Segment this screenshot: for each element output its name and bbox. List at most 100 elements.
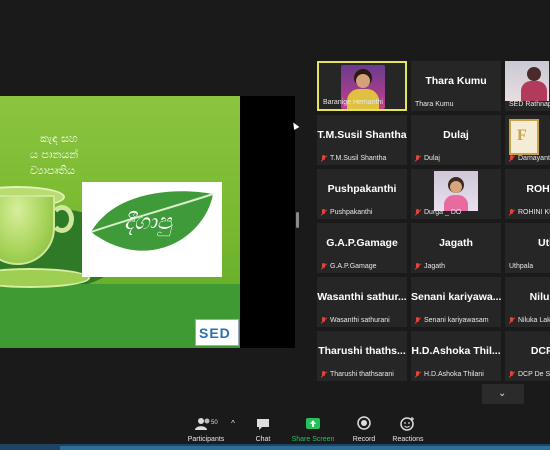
participant-name-text: Senani kariyawasam (424, 317, 489, 324)
participant-display-name: Niluka L (529, 291, 550, 303)
reactions-button[interactable]: Reactions (390, 416, 426, 443)
participants-icon: 50 (195, 418, 218, 430)
view-splitter-handle[interactable] (296, 212, 299, 228)
participant-tile[interactable]: Niluka L Niluka Lak (505, 277, 550, 327)
participant-tile[interactable]: Baranige Hemanthi (317, 61, 407, 111)
muted-mic-icon (509, 317, 515, 324)
sed-logo: SED (195, 319, 239, 346)
participant-name-text: Durga _ DO (424, 209, 462, 216)
participant-name-text: Wasanthi sathurani (330, 317, 390, 324)
participant-tile[interactable]: F Damayanti (505, 115, 550, 165)
record-label: Record (352, 436, 376, 443)
participant-tile[interactable]: Tharushi thaths... Tharushi thathsarani (317, 331, 407, 381)
taskbar-strip-highlight (60, 446, 550, 450)
participant-display-name: G.A.P.Gamage (326, 237, 398, 249)
participant-name-text: Damayanti (518, 155, 550, 162)
participant-tile[interactable]: Thara Kumu Thara Kumu (411, 61, 501, 111)
slide-black-border (240, 96, 295, 348)
participant-name-text: T.M.Susil Shantha (330, 155, 387, 162)
share-screen-button[interactable]: Share Screen (291, 416, 335, 443)
participant-tile[interactable]: Senani kariyawa... Senani kariyawasam (411, 277, 501, 327)
slide-line-1: කැඳ සහ (40, 132, 78, 145)
participant-name-label: Baranige Hemanthi (323, 99, 383, 106)
chat-button[interactable]: Chat (250, 416, 276, 443)
participant-name-text: Dulaj (424, 155, 440, 162)
muted-mic-icon (321, 209, 327, 216)
participant-tile[interactable]: Dulaj Dulaj (411, 115, 501, 165)
participant-display-name: Senani kariyawa... (411, 291, 501, 303)
participants-button[interactable]: 50 Participants (184, 416, 228, 443)
participants-label: Participants (187, 436, 225, 443)
chat-label: Chat (255, 436, 271, 443)
muted-mic-icon (321, 263, 327, 270)
tea-cup-handle (50, 205, 74, 233)
reactions-icon (400, 417, 414, 431)
muted-mic-icon (509, 209, 515, 216)
participant-name-label: Pushpakanthi (321, 209, 372, 216)
muted-mic-icon (415, 371, 421, 378)
participant-display-name: Tharushi thaths... (318, 345, 406, 357)
share-screen-icon (306, 418, 320, 429)
participant-name-label: T.M.Susil Shantha (321, 155, 386, 162)
muted-mic-icon (415, 263, 421, 270)
chevron-down-icon: ⌄ (498, 388, 507, 399)
slide-line-2: ය පානයන් (30, 148, 79, 161)
participant-display-name: H.D.Ashoka Thil... (411, 345, 501, 357)
reactions-label: Reactions (392, 436, 424, 443)
participant-tile[interactable]: H.D.Ashoka Thil... H.D.Ashoka Thilani (411, 331, 501, 381)
participant-name-text: SED Rathnapu (509, 101, 550, 108)
participants-count: 50 (211, 420, 218, 426)
participant-display-name: Pushpakanthi (327, 183, 397, 195)
participant-tile[interactable]: Durga _ DO (411, 169, 501, 219)
participant-tile[interactable]: Jagath Jagath (411, 223, 501, 273)
participant-video: F (509, 119, 539, 155)
participant-tile[interactable]: Uthp Uthpala (505, 223, 550, 273)
participant-name-text: Jagath (424, 263, 446, 270)
participant-name-label: Niluka Lak (509, 317, 550, 324)
sed-logo-text: SED (199, 325, 231, 341)
slide-line-3: ව්‍යාපෘතිය (30, 164, 75, 177)
participant-name-label: H.D.Ashoka Thilani (415, 371, 484, 378)
muted-mic-icon (415, 155, 421, 162)
participant-tile[interactable]: Pushpakanthi Pushpakanthi (317, 169, 407, 219)
chat-icon (257, 419, 269, 430)
participant-name-label: Wasanthi sathurani (321, 317, 390, 324)
participant-tile[interactable]: SED Rathnapu (505, 61, 550, 111)
participant-tile[interactable]: DCP De DCP De Sc (505, 331, 550, 381)
muted-mic-icon (509, 155, 515, 162)
muted-mic-icon (321, 371, 327, 378)
participant-name-label: Thara Kumu (415, 101, 454, 108)
participant-name-label: Uthpala (509, 263, 533, 270)
muted-mic-icon (321, 155, 327, 162)
participant-name-label: SED Rathnapu (509, 101, 550, 108)
participant-tile[interactable]: G.A.P.Gamage G.A.P.Gamage (317, 223, 407, 273)
participant-display-name: ROHINI K (526, 183, 550, 195)
muted-mic-icon (415, 209, 421, 216)
participant-name-label: Damayanti (509, 155, 550, 162)
participant-name-text: ROHINI KU (518, 209, 550, 216)
participant-name-label: Dulaj (415, 155, 440, 162)
participant-name-text: Pushpakanthi (330, 209, 373, 216)
participant-video (505, 61, 549, 101)
record-button[interactable]: Record (349, 416, 379, 443)
brand-logo-text: දීගාපු (124, 210, 172, 235)
participant-name-text: DCP De Sc (518, 371, 550, 378)
gallery-next-page-button[interactable]: ⌄ (482, 384, 524, 404)
participant-name-text: Baranige Hemanthi (323, 99, 383, 106)
participant-name-label: ROHINI KU (509, 209, 550, 216)
participant-name-text: G.A.P.Gamage (330, 263, 377, 270)
participant-display-name: T.M.Susil Shantha (317, 129, 407, 141)
muted-mic-icon (509, 371, 515, 378)
muted-mic-icon (415, 317, 421, 324)
participant-display-name: Thara Kumu (425, 75, 487, 87)
zoom-meeting-window: කැඳ සහ ය පානයන් ව්‍යාපෘතිය දීගාපු SED Ba… (0, 0, 550, 450)
participant-tile[interactable]: ROHINI K ROHINI KU (505, 169, 550, 219)
participant-name-label: Tharushi thathsarani (321, 371, 394, 378)
participant-tile[interactable]: Wasanthi sathur... Wasanthi sathurani (317, 277, 407, 327)
participant-display-name: Wasanthi sathur... (317, 291, 407, 303)
participant-tile[interactable]: T.M.Susil Shantha T.M.Susil Shantha (317, 115, 407, 165)
participant-display-name: Uthp (538, 237, 550, 249)
participant-display-name: DCP De (530, 345, 550, 357)
participants-options-caret[interactable]: ^ (229, 419, 237, 428)
participant-name-label: Durga _ DO (415, 209, 461, 216)
